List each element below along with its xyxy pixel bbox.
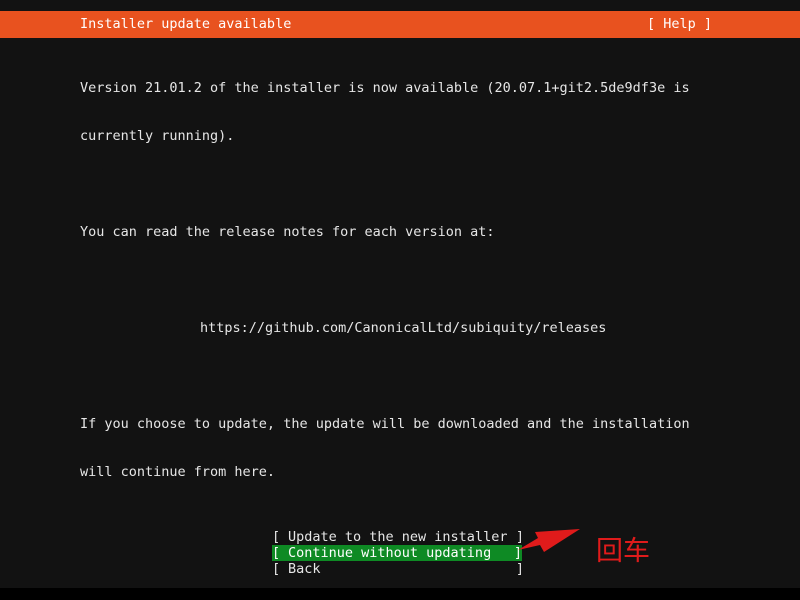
- bracket-open: [: [272, 545, 281, 561]
- help-button[interactable]: [ Help ]: [647, 11, 712, 38]
- body-text: Version 21.01.2 of the installer is now …: [80, 48, 740, 512]
- bracket-close: ]: [513, 545, 522, 561]
- menu-item-label: Update to the new installer: [288, 529, 508, 545]
- menu-item-label: Continue without updating: [288, 545, 492, 561]
- release-notes-line: You can read the release notes for each …: [80, 224, 495, 240]
- menu-item-continue-without-updating[interactable]: [ Continue without updating ]: [272, 545, 522, 561]
- version-line-1: Version 21.01.2 of the installer is now …: [80, 80, 690, 96]
- bracket-close: ]: [515, 529, 524, 545]
- header-bar: Installer update available [ Help ]: [0, 11, 800, 38]
- red-arrow-pointing-left-icon: [518, 529, 580, 552]
- bracket-open: [: [272, 561, 281, 577]
- menu-item-update-to-new-installer[interactable]: [ Update to the new installer ]: [272, 529, 524, 545]
- terminal-canvas: Installer update available [ Help ] Vers…: [0, 0, 800, 588]
- text-spacer: [80, 272, 740, 288]
- text-spacer: [80, 176, 740, 192]
- bracket-open: [: [272, 529, 281, 545]
- release-notes-url: https://github.com/CanonicalLtd/subiquit…: [200, 320, 607, 336]
- annotation-label-enter-key: 回车: [596, 536, 650, 567]
- menu-item-label: Back: [288, 561, 321, 577]
- page-title: Installer update available: [80, 16, 292, 32]
- version-line-2: currently running).: [80, 128, 235, 144]
- menu-item-back[interactable]: [ Back ]: [272, 561, 524, 577]
- update-info-line-2: will continue from here.: [80, 464, 276, 480]
- update-info-line-1: If you choose to update, the update will…: [80, 416, 690, 432]
- menu: [ Update to the new installer ] [ Contin…: [272, 529, 524, 577]
- text-spacer: [80, 368, 740, 384]
- screen: Installer update available [ Help ] Vers…: [0, 0, 800, 600]
- bracket-close: ]: [515, 561, 524, 577]
